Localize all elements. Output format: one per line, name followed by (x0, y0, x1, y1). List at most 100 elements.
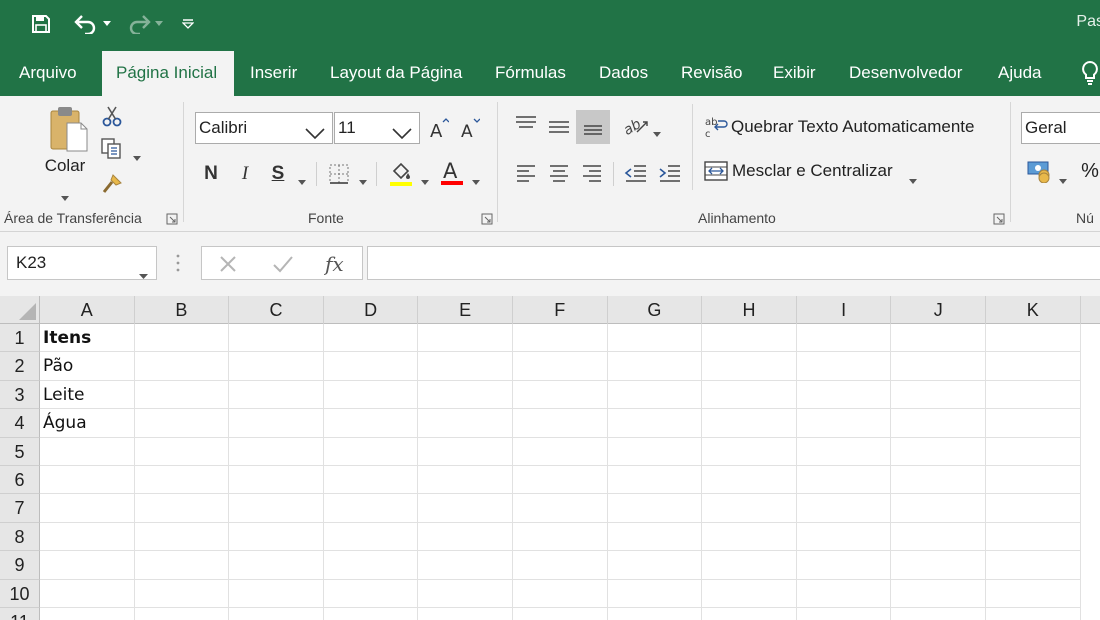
row-header-6[interactable]: 6 (0, 466, 40, 495)
save-icon[interactable] (26, 8, 56, 40)
row-header-10[interactable]: 10 (0, 579, 40, 608)
cell-k8[interactable] (986, 522, 1081, 552)
font-launcher-icon[interactable] (481, 212, 493, 225)
lightbulb-icon[interactable] (1080, 60, 1100, 91)
cell-h8[interactable] (702, 522, 797, 552)
fill-color-icon[interactable] (388, 160, 414, 188)
cell-h5[interactable] (702, 437, 797, 466)
cell-c7[interactable] (229, 494, 324, 523)
cell-c3[interactable] (229, 380, 324, 410)
cell-e10[interactable] (418, 579, 513, 608)
cell-i11[interactable] (797, 608, 892, 620)
decrease-indent-icon[interactable] (622, 160, 650, 186)
cell-b10[interactable] (134, 579, 230, 608)
cell-j6[interactable] (891, 466, 986, 495)
cell-b11[interactable] (135, 608, 230, 620)
cell-j4[interactable] (891, 409, 986, 438)
number-format-combo[interactable]: Geral (1021, 112, 1100, 144)
row-header-11[interactable]: 11 (0, 608, 40, 620)
row-header-1[interactable]: 1 (0, 324, 40, 353)
align-right-icon[interactable] (578, 160, 606, 186)
column-header-h[interactable]: H (702, 296, 797, 324)
cell-g1[interactable] (607, 324, 703, 353)
cell-e7[interactable] (418, 494, 513, 523)
row-header-9[interactable]: 9 (0, 551, 40, 580)
align-middle-icon[interactable] (545, 112, 573, 140)
alignment-launcher-icon[interactable] (993, 212, 1005, 225)
cell-d5[interactable] (323, 437, 419, 466)
row-header-5[interactable]: 5 (0, 437, 40, 466)
bold-button[interactable]: N (200, 160, 222, 188)
cell-g5[interactable] (607, 437, 703, 466)
cell-j3[interactable] (891, 380, 986, 410)
cell-a10[interactable] (40, 579, 135, 608)
row-header-3[interactable]: 3 (0, 380, 40, 410)
cell-c5[interactable] (229, 437, 324, 466)
select-all-corner[interactable] (0, 296, 40, 324)
cell-f1[interactable] (513, 324, 608, 353)
cell-c6[interactable] (229, 466, 324, 495)
column-header-k[interactable]: K (986, 296, 1081, 324)
cell-i5[interactable] (796, 437, 892, 466)
cell-d9[interactable] (323, 551, 419, 580)
cell-b8[interactable] (134, 522, 230, 552)
cell-d8[interactable] (323, 522, 419, 552)
tab-dados[interactable]: Dados (585, 48, 662, 96)
cell-b3[interactable] (134, 380, 230, 410)
cell-k11[interactable] (986, 608, 1081, 620)
cell-a8[interactable] (40, 522, 135, 552)
cell-f11[interactable] (513, 608, 608, 620)
cell-e9[interactable] (418, 551, 513, 580)
cell-g3[interactable] (607, 380, 703, 410)
tab-arquivo[interactable]: Arquivo (5, 48, 91, 96)
cut-icon[interactable] (100, 104, 124, 128)
column-header-e[interactable]: E (418, 296, 513, 324)
cell-h7[interactable] (702, 494, 797, 523)
row-header-2[interactable]: 2 (0, 352, 40, 381)
cell-g6[interactable] (607, 466, 703, 495)
cell-k10[interactable] (986, 579, 1081, 608)
cell-e4[interactable] (418, 409, 513, 438)
cell-b9[interactable] (134, 551, 230, 580)
column-header-i[interactable]: I (797, 296, 892, 324)
underline-dropdown-icon[interactable] (298, 172, 306, 190)
cell-h3[interactable] (702, 380, 797, 410)
cell-f7[interactable] (513, 494, 608, 523)
cell-i9[interactable] (796, 551, 892, 580)
cell-a2[interactable]: Pão (40, 352, 135, 381)
cell-a5[interactable] (40, 437, 135, 466)
cell-g9[interactable] (607, 551, 703, 580)
cell-g2[interactable] (607, 352, 703, 381)
underline-button[interactable]: S (267, 160, 289, 188)
accounting-format-icon[interactable] (1025, 158, 1055, 184)
cell-k3[interactable] (986, 380, 1081, 410)
align-left-icon[interactable] (512, 160, 540, 186)
wrap-text-button[interactable]: Quebrar Texto Automaticamente (731, 114, 975, 140)
cell-c10[interactable] (229, 579, 324, 608)
tab-revisao[interactable]: Revisão (667, 48, 756, 96)
column-header-f[interactable]: F (513, 296, 608, 324)
font-color-icon[interactable]: A (439, 158, 465, 188)
undo-dropdown-icon[interactable] (100, 8, 114, 40)
column-header-j[interactable]: J (891, 296, 986, 324)
row-header-7[interactable]: 7 (0, 494, 40, 523)
redo-dropdown-icon[interactable] (153, 8, 165, 40)
italic-button[interactable]: I (234, 160, 256, 188)
copy-dropdown-icon[interactable] (133, 148, 141, 166)
insert-function-icon[interactable]: fx (323, 251, 348, 282)
cell-i3[interactable] (796, 380, 892, 410)
cell-d7[interactable] (323, 494, 419, 523)
copy-icon[interactable] (99, 136, 125, 160)
column-header-c[interactable]: C (229, 296, 324, 324)
cell-h1[interactable] (702, 324, 797, 353)
cell-c4[interactable] (229, 409, 324, 438)
cell-c11[interactable] (229, 608, 324, 620)
fill-color-dropdown-icon[interactable] (421, 172, 429, 190)
cell-d10[interactable] (323, 579, 419, 608)
percent-style-button[interactable]: % (1079, 158, 1100, 184)
cell-g8[interactable] (607, 522, 703, 552)
merge-center-icon[interactable] (703, 158, 729, 184)
tab-formulas[interactable]: Fórmulas (481, 48, 580, 96)
tab-layout-da-pagina[interactable]: Layout da Página (316, 48, 476, 96)
cell-h9[interactable] (702, 551, 797, 580)
